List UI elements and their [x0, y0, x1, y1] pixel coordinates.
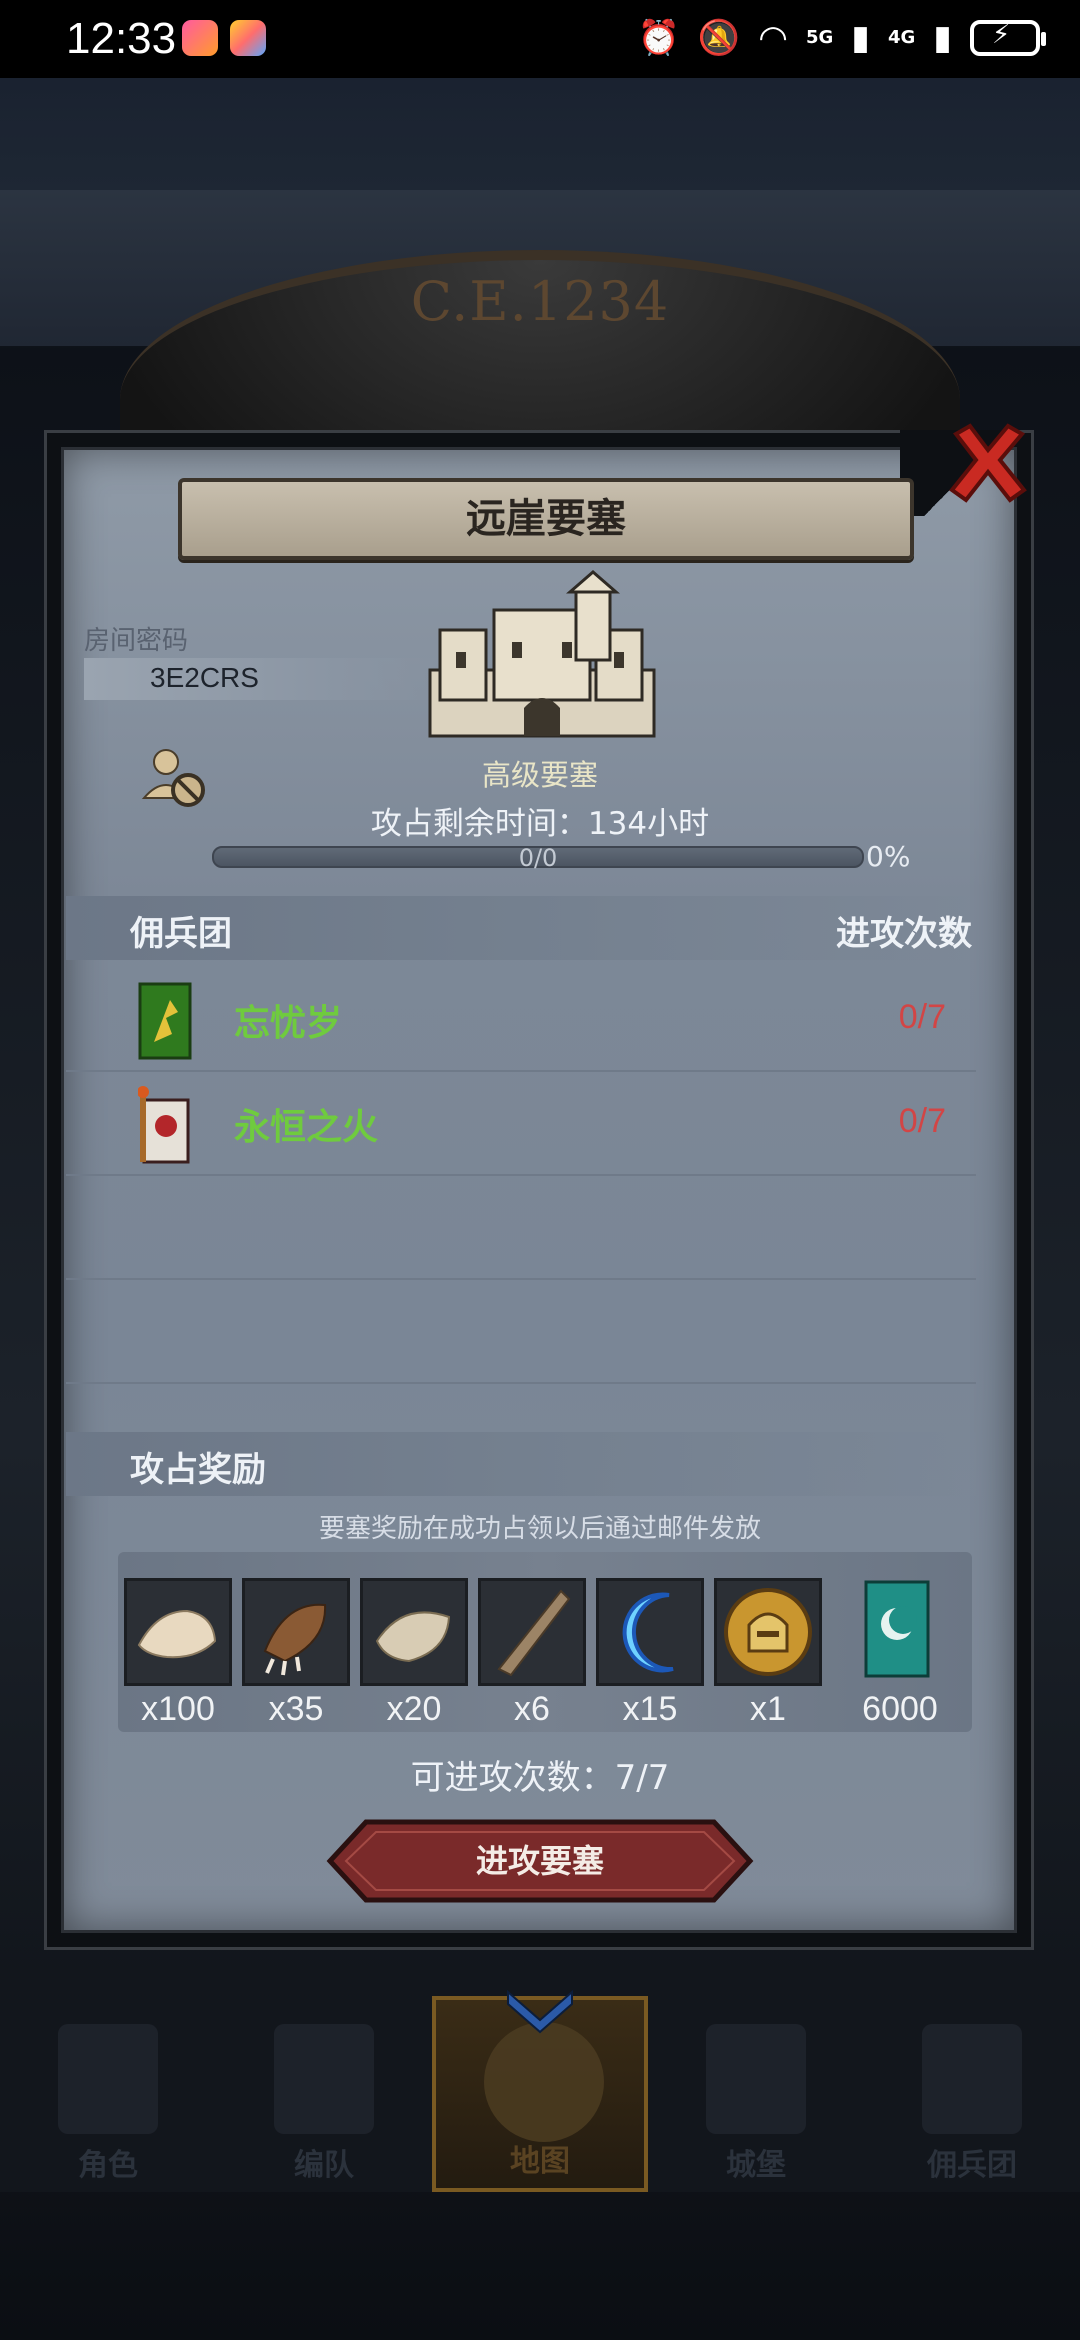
guild-row-empty [66, 1280, 976, 1384]
nav-item-castle[interactable]: 城堡 [648, 1996, 864, 2192]
attack-fortress-label: 进攻要塞 [475, 1842, 604, 1880]
reward-quantity: x20 [386, 1690, 442, 1728]
status-bar: 12:33 ⏰ 🔕 ◠ 5G ▮ 4G ▮ ⚡ [0, 0, 1080, 78]
reward-quantity: x1 [750, 1690, 786, 1728]
status-time: 12:33 [66, 14, 177, 63]
reward-quantity: 6000 [862, 1690, 938, 1728]
guild-row-empty [66, 1176, 976, 1280]
claw-icon [242, 1578, 350, 1686]
reward-quantity: x15 [622, 1690, 678, 1728]
reward-header: 攻占奖励 [130, 1450, 266, 1490]
teal-banner-icon [846, 1578, 954, 1686]
app-notification-icon [182, 20, 218, 56]
guild-attack-count: 0/7 [898, 1102, 946, 1140]
capture-progress-bar: 0/0 [212, 844, 864, 872]
fur-pelt-icon [124, 1578, 232, 1686]
era-year: C.E.1234 [410, 270, 670, 333]
battery-icon: ⚡ [970, 20, 1046, 56]
room-password-label: 房间密码 [84, 626, 189, 656]
dialog-title: 远崖要塞 [466, 496, 626, 542]
mercenary-section-header: 佣兵团 进攻次数 [66, 896, 976, 960]
map-icon [484, 2022, 604, 2142]
capture-progress-label: 0/0 [518, 844, 558, 872]
close-button[interactable] [946, 420, 1030, 504]
attack-count-header: 进攻次数 [836, 914, 972, 954]
green-dragon-banner-icon [138, 982, 192, 1060]
golden-helmet-medal-icon [714, 1578, 822, 1686]
reward-item[interactable]: x100 [124, 1578, 232, 1729]
guild-attack-count: 0/7 [898, 998, 946, 1036]
status-indicators: ⏰ 🔕 ◠ 5G ▮ 4G ▮ ⚡ [637, 16, 1046, 60]
castle-icon [706, 2024, 806, 2134]
wifi-icon: ◠ [758, 18, 788, 58]
signal-bars-icon-2: ▮ [933, 18, 952, 58]
guild-row[interactable]: 忘忧岁 0/7 [66, 968, 976, 1072]
room-code-box [84, 658, 444, 700]
nav-label: 佣兵团 [927, 2148, 1017, 2183]
reward-note: 要塞奖励在成功占领以后通过邮件发放 [318, 1514, 761, 1544]
formation-icon [274, 2024, 374, 2134]
reward-item[interactable]: x6 [478, 1578, 586, 1729]
fortress-castle-icon [428, 570, 656, 738]
fortress-grade: 高级要塞 [481, 758, 598, 792]
alarm-icon: ⏰ [637, 18, 680, 58]
guild-name: 永恒之火 [234, 1107, 379, 1148]
nav-label: 城堡 [726, 2148, 786, 2183]
nav-label: 编队 [294, 2148, 354, 2183]
nav-label: 角色 [78, 2148, 138, 2183]
mercenary-header: 佣兵团 [130, 914, 232, 954]
signal-bars-icon: ▮ [851, 18, 870, 58]
nav-label: 地图 [510, 2144, 570, 2179]
blue-crescent-icon [596, 1578, 704, 1686]
attack-fortress-button[interactable]: 进攻要塞 [326, 1818, 754, 1904]
dialog-title-banner: 远崖要塞 [178, 478, 914, 560]
reward-item[interactable]: 6000 [846, 1578, 954, 1729]
reward-item[interactable]: x15 [596, 1578, 704, 1729]
guild-row[interactable]: 永恒之火 0/7 [66, 1072, 976, 1176]
close-icon [949, 423, 1027, 503]
attack-times-remaining: 可进攻次数：7/7 [410, 1758, 670, 1798]
chevron-down-icon [507, 1989, 573, 2034]
nav-item-formation[interactable]: 编队 [216, 1996, 432, 2192]
reward-item[interactable]: x1 [714, 1578, 822, 1729]
signal-5g: 5G [805, 27, 834, 48]
mercenary-icon [922, 2024, 1022, 2134]
reward-quantity: x6 [514, 1690, 550, 1728]
room-code[interactable]: 3E2CRS [150, 662, 259, 694]
reward-item[interactable]: x20 [360, 1578, 468, 1729]
red-flame-banner-icon [138, 1086, 190, 1164]
scale-hide-icon [360, 1578, 468, 1686]
reward-quantity: x35 [268, 1690, 324, 1728]
nav-item-character[interactable]: 角色 [0, 1996, 216, 2192]
horn-icon [478, 1578, 586, 1686]
signal-4g: 4G [887, 27, 916, 48]
reward-item[interactable]: x35 [242, 1578, 350, 1729]
mute-icon: 🔕 [697, 18, 741, 58]
capture-time-left: 攻占剩余时间：134小时 [370, 806, 710, 842]
reward-section-header: 攻占奖励 [66, 1432, 976, 1496]
reward-quantity: x100 [141, 1690, 215, 1728]
guild-name: 忘忧岁 [234, 1003, 343, 1044]
nav-item-mercenary[interactable]: 佣兵团 [864, 1996, 1080, 2192]
character-icon [58, 2024, 158, 2134]
app-notification-icon-2 [230, 20, 266, 56]
capture-progress-percent: 0% [866, 840, 911, 873]
